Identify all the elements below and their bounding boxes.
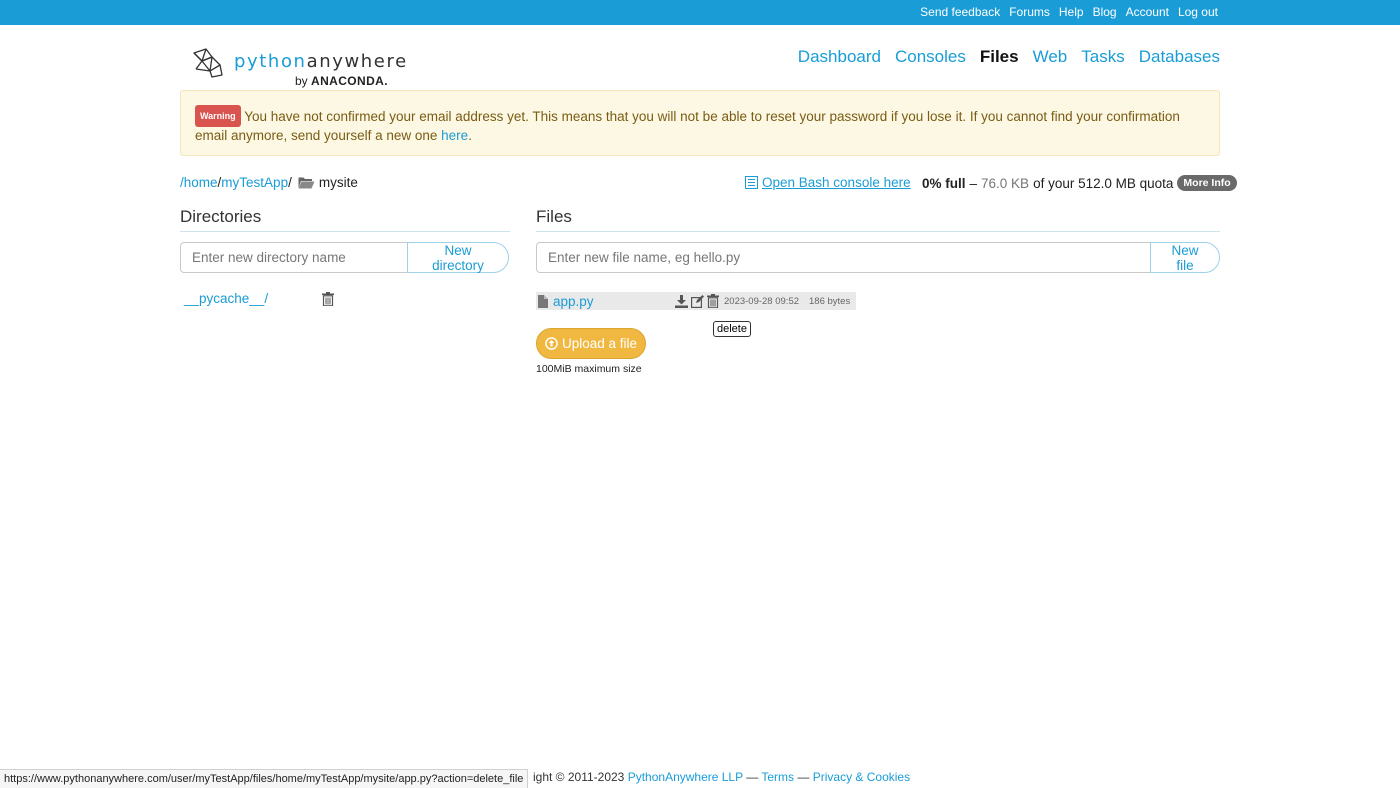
- open-bash-console-label: Open Bash console here: [762, 175, 911, 190]
- breadcrumb: /home / myTestApp / mysite: [180, 175, 358, 190]
- new-file-input[interactable]: [536, 242, 1151, 273]
- file-icon: [538, 294, 548, 308]
- quota-used: 76.0 KB: [981, 175, 1030, 191]
- console-list-icon: [745, 176, 758, 189]
- top-bar: Send feedback Forums Help Blog Account L…: [0, 0, 1400, 25]
- send-feedback-link[interactable]: Send feedback: [920, 5, 1000, 19]
- files-heading: Files: [536, 207, 1220, 232]
- logo-anaconda: ANACONDA.: [311, 74, 388, 88]
- nav-databases[interactable]: Databases: [1139, 47, 1220, 67]
- python-logo-icon: [193, 48, 223, 78]
- trash-icon[interactable]: [707, 294, 719, 308]
- browser-status-bar: https://www.pythonanywhere.com/user/myTe…: [0, 769, 529, 788]
- new-directory-button[interactable]: New directory: [407, 242, 509, 273]
- top-links: Send feedback Forums Help Blog Account L…: [920, 5, 1218, 19]
- breadcrumb-user[interactable]: myTestApp: [221, 175, 288, 190]
- upload-size-note: 100MiB maximum size: [536, 363, 642, 375]
- breadcrumb-current: mysite: [318, 175, 358, 190]
- nav-dashboard[interactable]: Dashboard: [798, 47, 881, 67]
- quota-total: of your 512.0 MB quota: [1033, 175, 1174, 191]
- new-directory-input[interactable]: [180, 242, 408, 273]
- footer-copyright: ight © 2011-2023: [533, 770, 625, 784]
- more-info-button[interactable]: More Info: [1177, 175, 1237, 191]
- upload-arrow-icon: [545, 337, 558, 350]
- footer-privacy-link[interactable]: Privacy & Cookies: [813, 770, 910, 784]
- logo-byline: by ANACONDA.: [295, 74, 388, 88]
- logo-by: by: [295, 74, 308, 88]
- main-nav: Dashboard Consoles Files Web Tasks Datab…: [798, 47, 1220, 67]
- resend-email-link[interactable]: here: [441, 128, 468, 143]
- alert-end: .: [468, 128, 472, 143]
- account-link[interactable]: Account: [1126, 5, 1169, 19]
- trash-icon[interactable]: [322, 291, 334, 306]
- folder-open-icon: [298, 177, 315, 189]
- logo-text-anywhere: anywhere: [306, 51, 408, 72]
- file-size: 186 bytes: [809, 295, 851, 307]
- breadcrumb-sep: /: [288, 175, 292, 190]
- directories-heading: Directories: [180, 207, 510, 232]
- help-link[interactable]: Help: [1059, 5, 1084, 19]
- disk-quota: 0% full – 76.0 KB of your 512.0 MB quota…: [922, 175, 1237, 191]
- nav-web[interactable]: Web: [1033, 47, 1068, 67]
- footer: ight © 2011-2023 PythonAnywhere LLP — Te…: [533, 770, 910, 784]
- file-modified: 2023-09-28 09:52: [724, 295, 800, 307]
- edit-icon[interactable]: [691, 294, 704, 308]
- open-bash-console-link[interactable]: Open Bash console here: [745, 175, 911, 190]
- directory-row: __pycache__/: [184, 291, 334, 306]
- download-icon[interactable]: [675, 294, 688, 308]
- warning-badge: Warning: [195, 105, 241, 127]
- directory-link[interactable]: __pycache__/: [184, 291, 268, 306]
- forums-link[interactable]: Forums: [1009, 5, 1050, 19]
- nav-tasks[interactable]: Tasks: [1081, 47, 1124, 67]
- nav-files[interactable]: Files: [980, 47, 1019, 67]
- logout-link[interactable]: Log out: [1178, 5, 1218, 19]
- footer-sep: —: [746, 770, 759, 784]
- file-row: app.py 2023-09-28 09:52 186 bytes: [536, 292, 856, 310]
- footer-company-link[interactable]: PythonAnywhere LLP: [628, 770, 743, 784]
- pythonanywhere-logo[interactable]: pythonanywhere by ANACONDA.: [190, 47, 406, 91]
- logo-wordmark: pythonanywhere: [234, 51, 408, 72]
- upload-file-label: Upload a file: [561, 336, 638, 351]
- quota-percent: 0% full: [922, 175, 966, 191]
- breadcrumb-home[interactable]: /home: [180, 175, 218, 190]
- delete-tooltip: delete: [713, 321, 751, 337]
- email-warning-alert: Warning You have not confirmed your emai…: [180, 90, 1220, 156]
- logo-text-python: python: [234, 51, 307, 72]
- quota-dash: –: [969, 175, 978, 191]
- footer-sep: —: [797, 770, 810, 784]
- alert-text: You have not confirmed your email addres…: [195, 109, 1180, 143]
- new-file-button[interactable]: New file: [1150, 242, 1220, 273]
- blog-link[interactable]: Blog: [1093, 5, 1117, 19]
- upload-file-button[interactable]: Upload a file: [536, 328, 646, 359]
- footer-terms-link[interactable]: Terms: [761, 770, 794, 784]
- file-link[interactable]: app.py: [553, 294, 675, 309]
- nav-consoles[interactable]: Consoles: [895, 47, 966, 67]
